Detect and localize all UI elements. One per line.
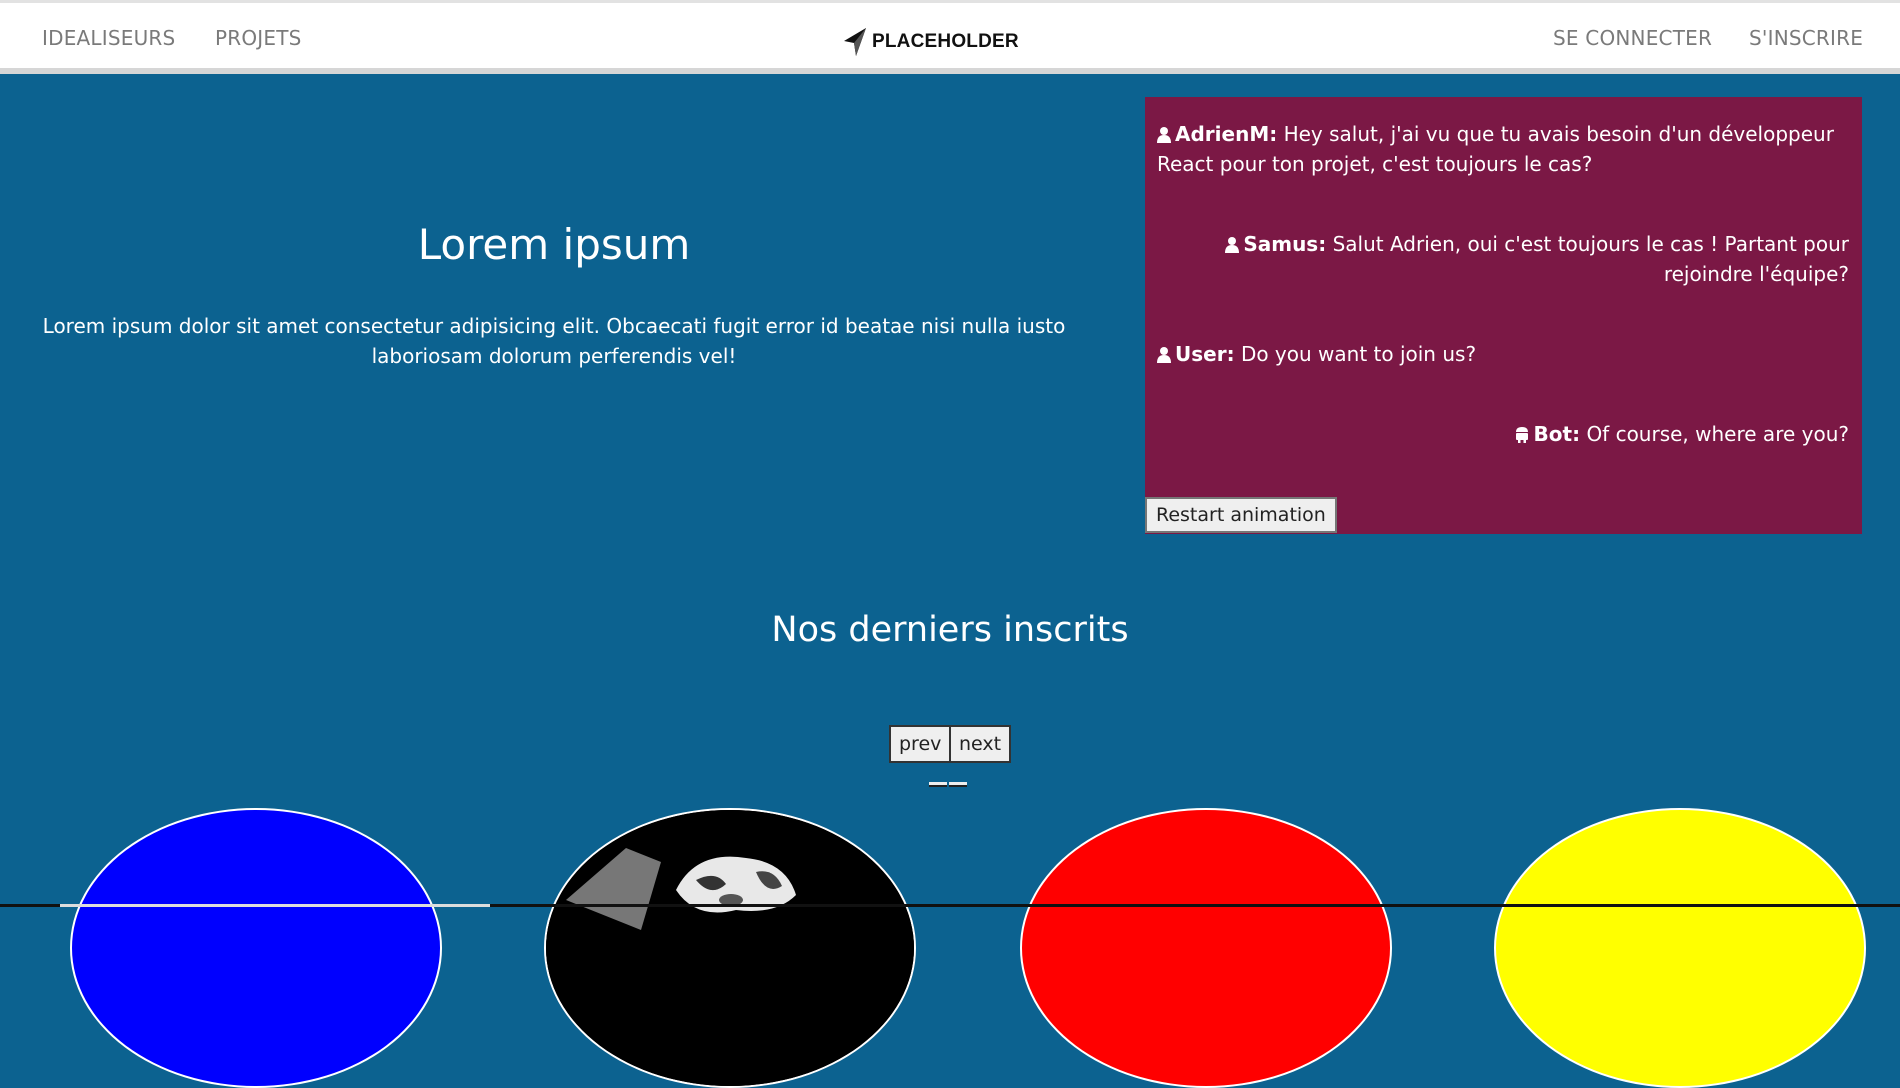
members-section-title: Nos derniers inscrits	[771, 610, 1129, 650]
user-icon	[1225, 237, 1240, 253]
chat-text: Of course, where are you?	[1586, 422, 1849, 446]
chat-message: AdrienM: Hey salut, j'ai vu que tu avais…	[1157, 119, 1849, 179]
android-icon	[1515, 427, 1528, 443]
chat-text: Do you want to join us?	[1240, 342, 1477, 366]
logo-arrow-icon	[844, 28, 866, 56]
chat-panel: AdrienM: Hey salut, j'ai vu que tu avais…	[1145, 97, 1862, 534]
user-icon	[1157, 347, 1171, 363]
chat-message: Samus: Salut Adrien, oui c'est toujours …	[1157, 229, 1849, 289]
chat-message: User: Do you want to join us?	[1157, 339, 1849, 369]
avatar-photo-image	[546, 810, 914, 1086]
navbar: IDEALISEURS PROJETS PLACEHOLDER SE CONNE…	[0, 3, 1900, 74]
chat-author: Bot:	[1533, 422, 1581, 446]
member-avatar-photo[interactable]	[544, 808, 916, 1088]
nav-link-projets[interactable]: PROJETS	[215, 26, 302, 50]
hero-text: Lorem ipsum dolor sit amet consectetur a…	[42, 314, 1066, 368]
chat-author: User:	[1175, 342, 1235, 366]
next-button[interactable]: next	[949, 725, 1012, 763]
carousel-indicator[interactable]	[929, 782, 947, 787]
restart-animation-button[interactable]: Restart animation	[1145, 497, 1337, 533]
logo-text: PLACEHOLDER	[872, 31, 1019, 52]
member-avatar-blue[interactable]	[70, 808, 442, 1088]
chat-author: AdrienM:	[1175, 122, 1278, 146]
nav-link-login[interactable]: SE CONNECTER	[1553, 26, 1712, 50]
carousel-indicators	[929, 782, 969, 788]
chat-message: Bot: Of course, where are you?	[1157, 419, 1849, 449]
carousel-indicator[interactable]	[949, 782, 967, 787]
nav-link-idealiseurs[interactable]: IDEALISEURS	[42, 26, 175, 50]
logo[interactable]: PLACEHOLDER	[842, 25, 1019, 59]
user-icon	[1157, 127, 1171, 143]
chat-author: Samus:	[1243, 232, 1327, 256]
nav-link-signup[interactable]: S'INSCRIRE	[1749, 26, 1863, 50]
prev-button[interactable]: prev	[889, 725, 952, 763]
chat-text: Salut Adrien, oui c'est toujours le cas …	[1332, 232, 1849, 286]
member-avatar-yellow[interactable]	[1494, 808, 1866, 1088]
hero-title: Lorem ipsum	[417, 220, 691, 269]
member-avatar-red[interactable]	[1020, 808, 1392, 1088]
